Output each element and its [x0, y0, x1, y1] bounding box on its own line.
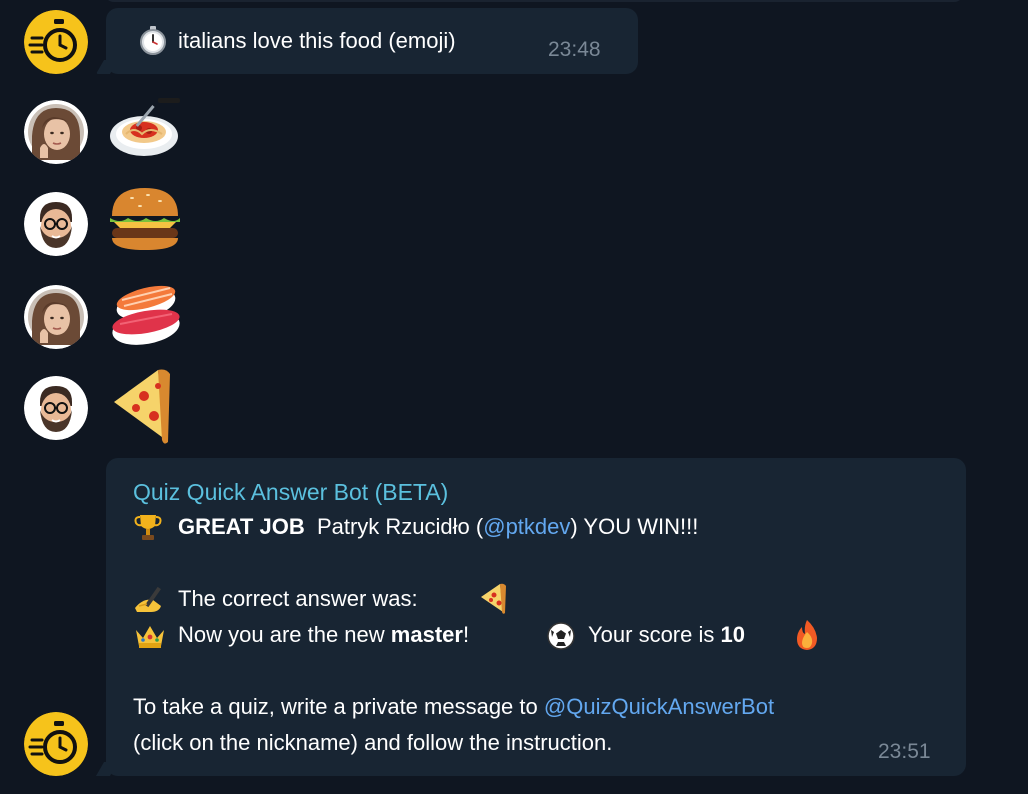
- master-line: Now you are the new master!: [178, 622, 469, 648]
- sushi-icon: [106, 282, 184, 353]
- previous-bubble-edge: [104, 0, 964, 2]
- score-value: 10: [720, 622, 745, 647]
- answer-line: The correct answer was:: [178, 586, 418, 612]
- stopwatch-emoji-icon: [138, 25, 168, 55]
- fire-icon: [792, 618, 822, 652]
- master-prefix: Now you are the new: [178, 622, 385, 647]
- message-time: 23:48: [548, 38, 601, 61]
- crown-icon: [133, 622, 167, 650]
- sender-name[interactable]: Quiz Quick Answer Bot (BETA): [133, 479, 448, 506]
- stopwatch-icon: [24, 712, 88, 776]
- master-word: master: [390, 622, 463, 647]
- quiz-question-bubble[interactable]: italians love this food (emoji) 23:48: [95, 8, 638, 74]
- woman-avatar[interactable]: [24, 100, 88, 164]
- bot-avatar[interactable]: [24, 712, 88, 776]
- writing-hand-icon: [133, 584, 167, 614]
- spaghetti-icon: [108, 96, 184, 165]
- woman-avatar[interactable]: [24, 285, 88, 349]
- bot-avatar[interactable]: [24, 10, 88, 74]
- quiz-result-bubble[interactable]: Quiz Quick Answer Bot (BETA) GREAT JOB P…: [95, 458, 966, 776]
- bearded-man-avatar[interactable]: [24, 376, 88, 440]
- bubble-tail: [95, 762, 119, 776]
- soccer-ball-icon: [546, 621, 576, 651]
- hamburger-icon: [108, 184, 182, 259]
- winner-tail: ) YOU WIN!!!: [570, 514, 699, 539]
- pizza-icon: [106, 366, 172, 449]
- winner-name: Patryk Rzucidło (: [316, 514, 484, 539]
- score-label: Your score is: [588, 622, 715, 647]
- cta-prefix: To take a quiz, write a private message …: [133, 694, 538, 719]
- score-line: Your score is 10: [588, 622, 745, 648]
- answer-label: The correct answer was:: [178, 586, 418, 611]
- stopwatch-icon: [24, 10, 88, 74]
- master-suffix: !: [462, 622, 470, 647]
- cta-line-1: To take a quiz, write a private message …: [133, 694, 774, 720]
- question-text: italians love this food (emoji): [178, 28, 456, 53]
- winner-line: GREAT JOB Patryk Rzucidło (@ptkdev) YOU …: [178, 514, 698, 540]
- bot-handle-link[interactable]: @QuizQuickAnswerBot: [544, 694, 774, 719]
- great-job-text: GREAT JOB: [178, 514, 305, 539]
- message-time: 23:51: [878, 740, 931, 763]
- winner-handle-link[interactable]: @ptkdev: [483, 514, 570, 539]
- bearded-man-avatar[interactable]: [24, 192, 88, 256]
- trophy-icon: [133, 512, 163, 542]
- bubble-tail: [95, 60, 119, 74]
- answer-pizza-icon: [478, 582, 508, 614]
- cta-line-2: (click on the nickname) and follow the i…: [133, 730, 613, 755]
